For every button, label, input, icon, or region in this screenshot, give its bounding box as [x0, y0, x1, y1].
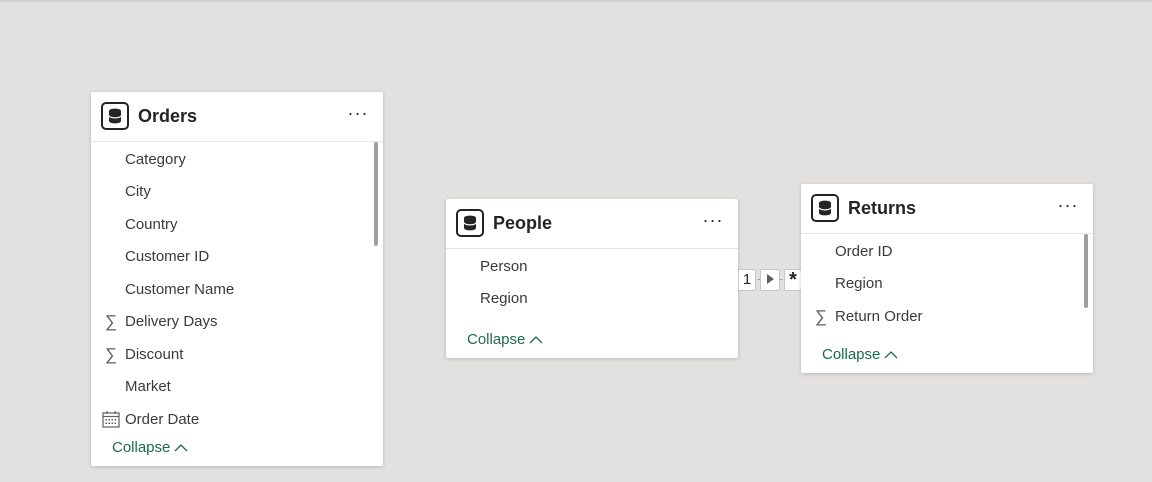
field-label: Market	[125, 378, 171, 395]
triangle-right-icon	[767, 273, 774, 284]
collapse-button[interactable]: Collapse	[112, 439, 188, 456]
collapse-label: Collapse	[112, 439, 171, 456]
field-label: Country	[125, 216, 178, 233]
field-row[interactable]: City	[91, 177, 369, 207]
more-options-button[interactable]: ···	[702, 209, 724, 237]
field-row[interactable]: Country	[91, 210, 369, 240]
table-title: Orders	[138, 106, 198, 126]
collapse-label: Collapse	[822, 346, 881, 363]
collapse-label: Collapse	[467, 331, 526, 348]
calendar-icon	[102, 411, 120, 428]
table-title: People	[493, 213, 553, 233]
sigma-icon: ∑	[104, 345, 118, 364]
field-row[interactable]: Region	[801, 269, 1079, 299]
field-row[interactable]: Market	[91, 372, 369, 402]
field-label: Customer Name	[125, 281, 235, 298]
field-row[interactable]: ∑ Delivery Days	[91, 307, 369, 337]
field-label: Order ID	[835, 243, 893, 260]
field-label: Discount	[125, 346, 184, 363]
field-label: City	[125, 183, 151, 200]
table-title: Returns	[848, 198, 917, 218]
scrollbar-thumb[interactable]	[1084, 234, 1088, 308]
database-icon	[811, 194, 839, 222]
scrollbar-thumb[interactable]	[374, 142, 378, 246]
database-icon	[456, 209, 484, 237]
chevron-up-icon	[884, 351, 898, 359]
canvas-top-border	[0, 0, 1152, 2]
more-options-button[interactable]: ···	[347, 102, 369, 130]
field-label: Return Order	[835, 308, 923, 325]
sigma-icon: ∑	[104, 312, 118, 331]
cardinality-one-badge: 1	[738, 269, 756, 291]
table-header-orders[interactable]: Orders ···	[91, 92, 383, 142]
field-label: Order Date	[125, 411, 200, 428]
table-card-returns[interactable]: Returns ··· Order ID Region ∑ Return Ord…	[801, 184, 1093, 373]
field-label: Region	[480, 290, 528, 307]
field-label: Delivery Days	[125, 313, 218, 330]
filter-direction-badge	[760, 269, 780, 291]
table-card-people[interactable]: People ··· Person Region Collapse	[446, 199, 738, 358]
field-row[interactable]: Customer Name	[91, 275, 369, 305]
collapse-button[interactable]: Collapse	[822, 346, 898, 363]
field-label: Category	[125, 151, 186, 168]
table-card-orders[interactable]: Orders ··· Category City Country Custome…	[91, 92, 383, 466]
field-row[interactable]: Region	[446, 284, 724, 314]
field-label: Region	[835, 275, 883, 292]
field-row[interactable]: Person	[446, 252, 724, 282]
field-row[interactable]: ∑ Return Order	[801, 302, 1079, 332]
more-options-button[interactable]: ···	[1057, 194, 1079, 222]
chevron-up-icon	[529, 336, 543, 344]
field-row[interactable]: Customer ID	[91, 242, 369, 272]
table-header-people[interactable]: People ···	[446, 199, 738, 249]
field-row[interactable]: Order ID	[801, 237, 1079, 267]
field-row[interactable]: ∑ Discount	[91, 340, 369, 370]
table-header-returns[interactable]: Returns ···	[801, 184, 1093, 234]
field-label: Person	[480, 258, 528, 275]
field-row[interactable]: Category	[91, 145, 369, 175]
database-icon	[101, 102, 129, 130]
collapse-button[interactable]: Collapse	[467, 331, 543, 348]
cardinality-many-badge: *	[784, 269, 802, 291]
chevron-up-icon	[174, 444, 188, 452]
field-label: Customer ID	[125, 248, 210, 265]
sigma-icon: ∑	[814, 307, 828, 326]
field-row[interactable]: Order Date	[91, 405, 369, 435]
